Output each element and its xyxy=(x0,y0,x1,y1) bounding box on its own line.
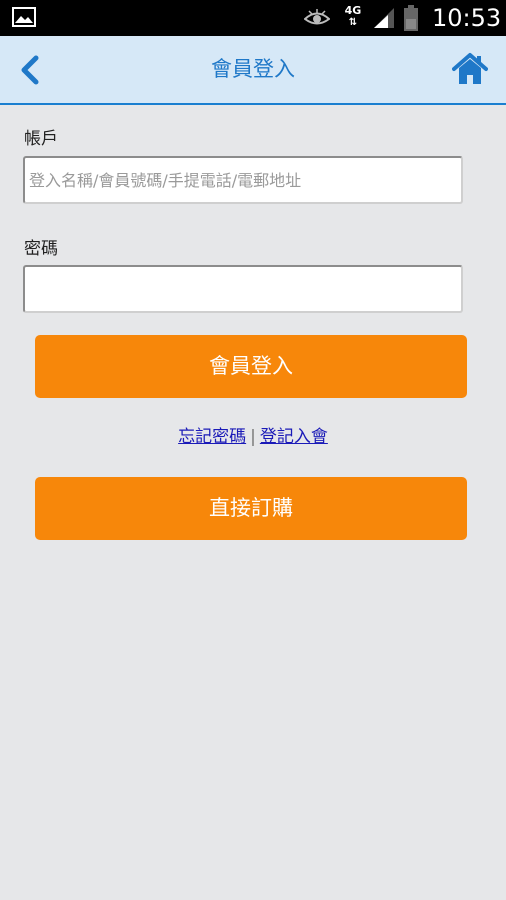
page-title: 會員登入 xyxy=(211,57,295,81)
status-bar: 4G ⇅ 10:53 xyxy=(0,0,506,36)
home-button[interactable] xyxy=(452,52,488,86)
account-input[interactable] xyxy=(23,156,463,204)
app-header: 會員登入 xyxy=(0,36,506,105)
chevron-left-icon xyxy=(21,55,39,85)
direct-order-button[interactable]: 直接訂購 xyxy=(35,477,467,540)
register-link[interactable]: 登記入會 xyxy=(260,427,328,447)
status-time: 10:53 xyxy=(432,4,502,32)
home-icon xyxy=(452,53,488,84)
gallery-icon xyxy=(12,7,36,27)
network-label: 4G xyxy=(344,4,362,17)
account-links: 忘記密碼 | 登記入會 xyxy=(0,424,506,450)
signal-icon xyxy=(374,8,394,28)
login-button[interactable]: 會員登入 xyxy=(35,335,467,398)
battery-icon xyxy=(404,5,418,31)
password-input[interactable] xyxy=(23,265,463,313)
links-separator: | xyxy=(250,427,256,447)
network-4g-icon: 4G ⇅ xyxy=(342,5,364,31)
account-label: 帳戶 xyxy=(24,129,58,149)
forgot-password-link[interactable]: 忘記密碼 xyxy=(178,427,246,447)
password-label: 密碼 xyxy=(24,239,58,259)
eye-icon xyxy=(304,9,330,25)
back-button[interactable] xyxy=(14,54,48,86)
